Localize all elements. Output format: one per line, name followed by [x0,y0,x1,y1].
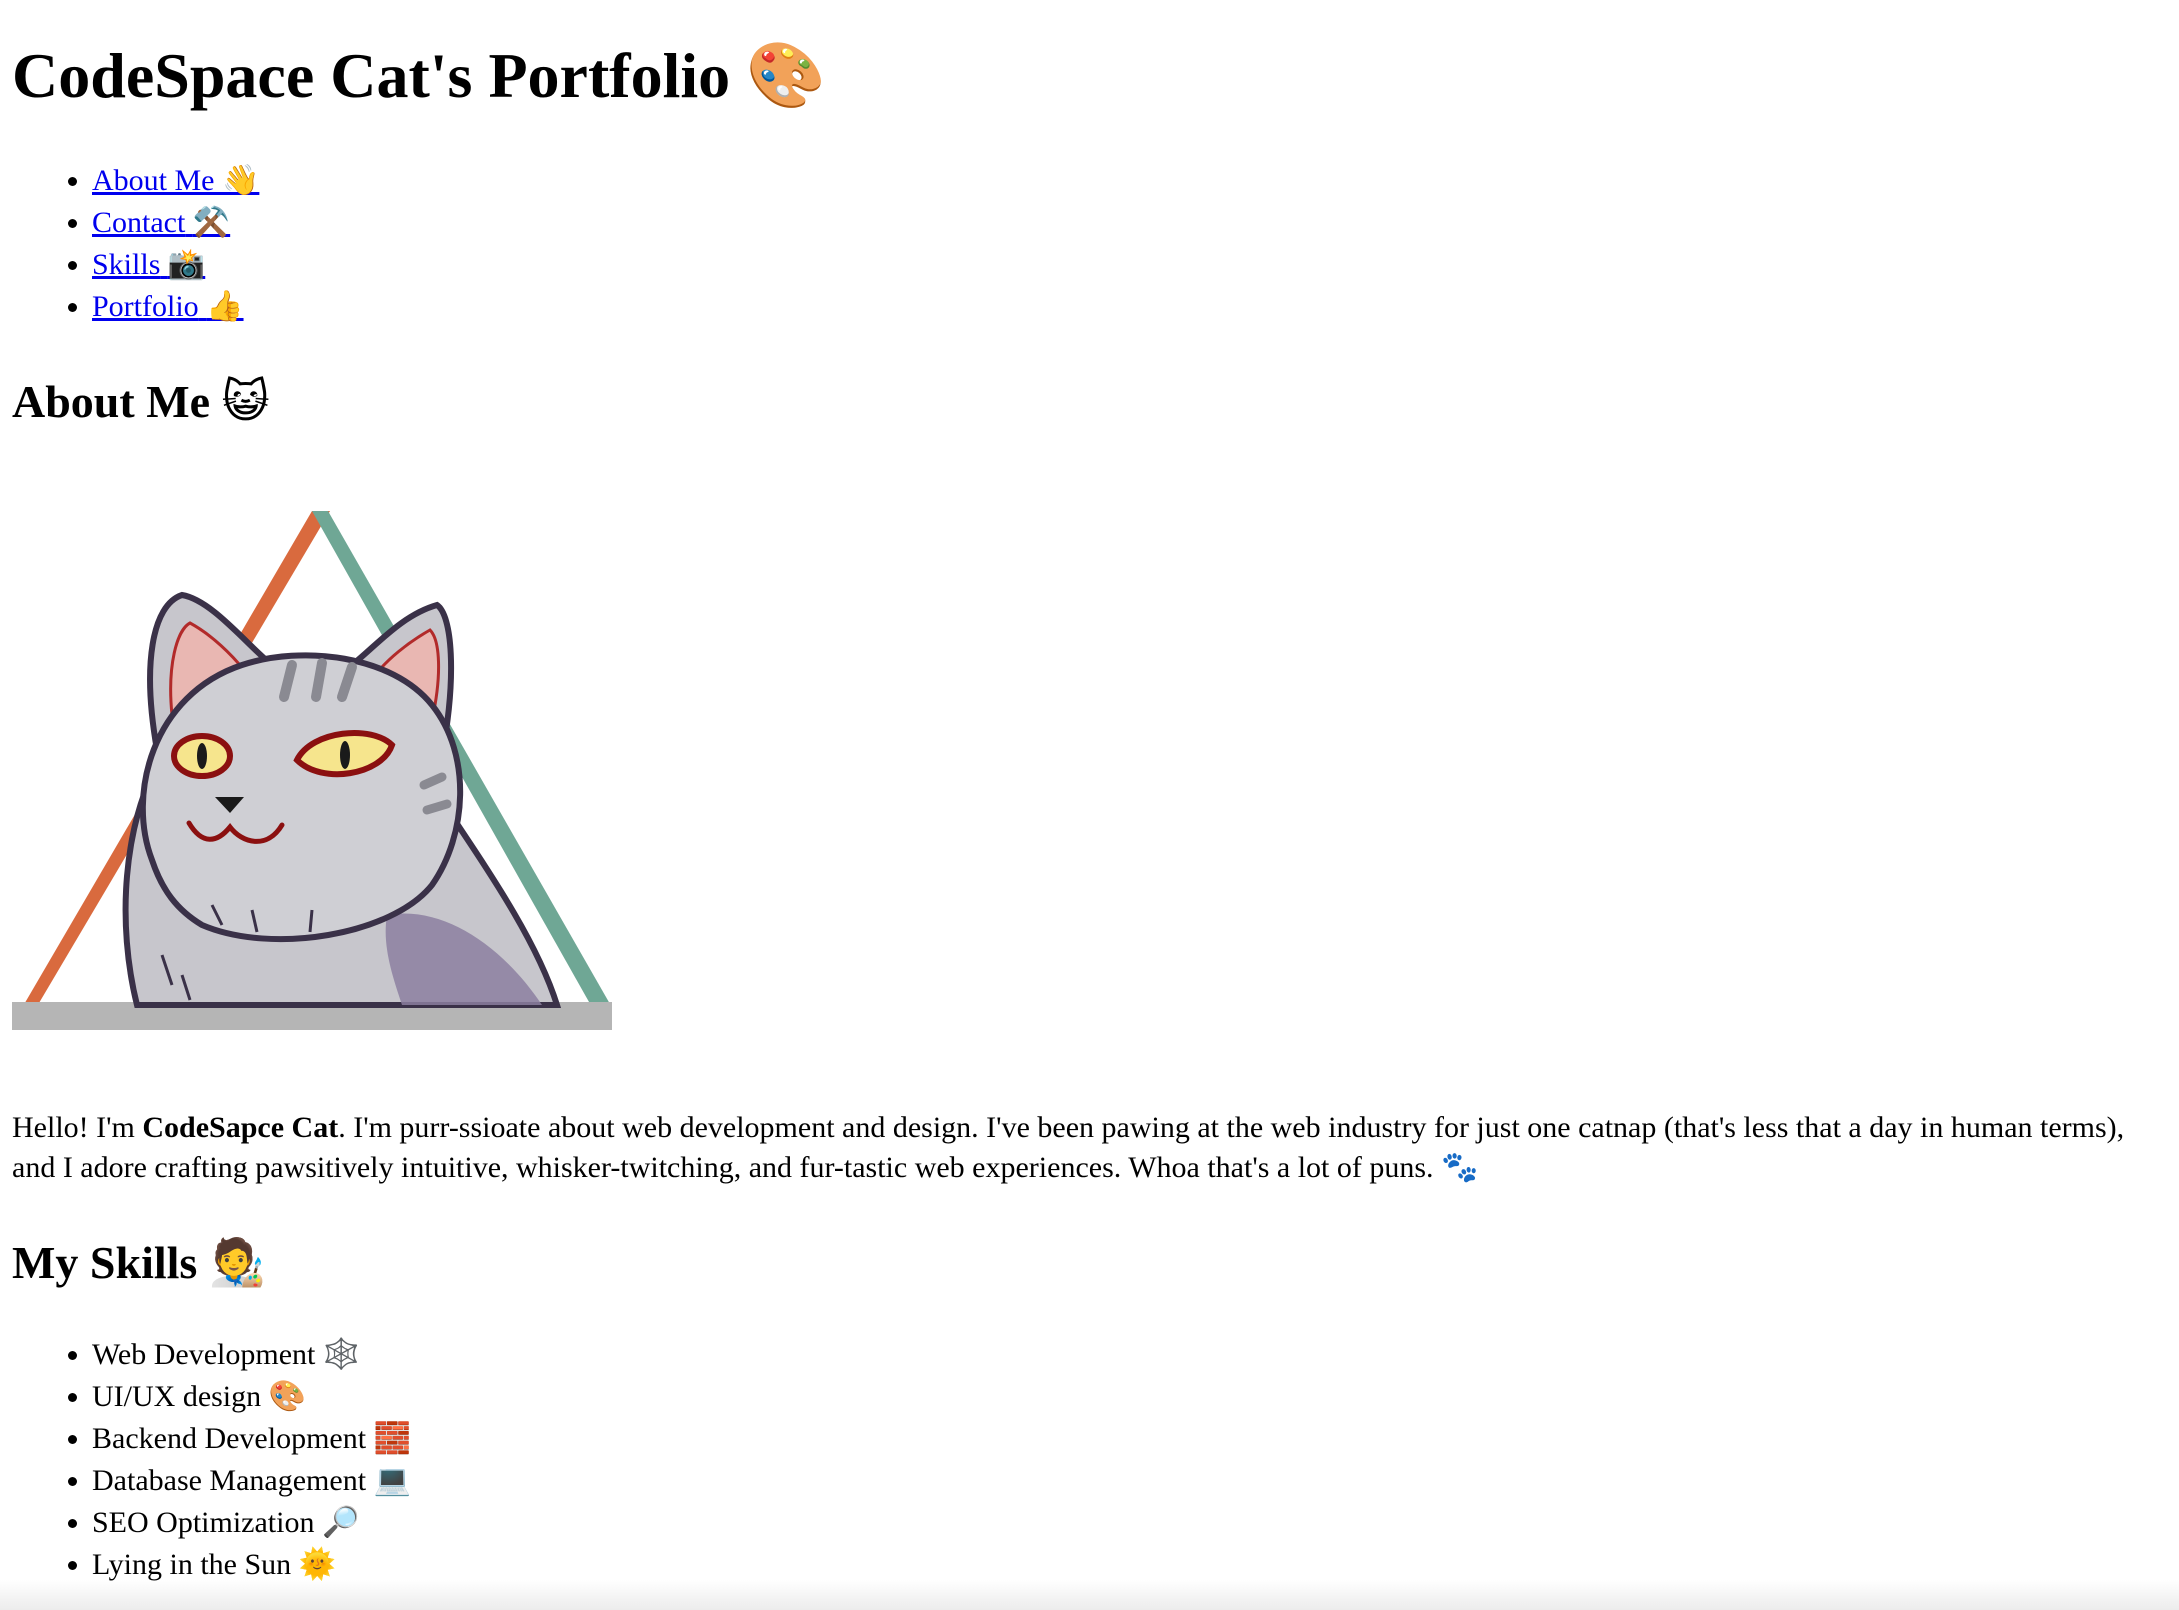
skill-label: UI/UX design [92,1380,262,1413]
magnifying-glass-icon: 🔎 [321,1505,360,1540]
palette-icon: 🎨 [746,39,826,113]
cat-stripe [422,799,452,815]
sun-icon: 🌞 [298,1547,337,1582]
about-heading: About Me 😺 [12,371,270,432]
nav-link-label: Portfolio [92,290,199,323]
skills-heading-text: My Skills [12,1237,198,1288]
skill-label: SEO Optimization [92,1506,315,1539]
bio-name: CodeSapce Cat [142,1111,339,1144]
cat-image [12,505,622,1030]
cat-left-pupil [197,743,207,769]
nav-link-label: Skills [92,248,161,281]
skill-item: Backend Development 🧱 [92,1418,411,1460]
cat-illustration [12,511,622,1030]
camera-flash-icon: 📸 [167,247,206,282]
skill-label: Web Development [92,1338,316,1371]
skill-label: Database Management [92,1464,367,1497]
nav-link-label: Contact [92,206,186,239]
cat-stripe [311,658,327,702]
skill-item: Web Development 🕸️ [92,1334,411,1376]
about-bio: Hello! I'm CodeSapce Cat. I'm purr-ssioa… [12,1108,2167,1188]
nav-list: About Me 👋 Contact ⚒️ Skills 📸 Portfolio… [12,160,259,328]
laptop-icon: 💻 [373,1463,411,1498]
cat-head [139,652,464,943]
artist-icon: 🧑‍🎨 [208,1235,267,1289]
palette-icon: 🎨 [268,1379,307,1414]
nav-item-about: About Me 👋 [92,160,259,202]
cat-right-pupil [340,741,350,769]
page-title: CodeSpace Cat's Portfolio 🎨 [12,36,826,116]
skill-item: SEO Optimization 🔎 [92,1502,411,1544]
nav-link-about[interactable]: About Me 👋 [92,163,260,198]
hammer-pick-icon: ⚒️ [192,205,231,240]
nav-link-portfolio[interactable]: Portfolio 👍 [92,289,244,324]
smiling-cat-icon: 😺 [221,374,270,428]
skill-label: Lying in the Sun [92,1548,292,1581]
skill-item: Database Management 💻 [92,1460,411,1502]
skills-heading: My Skills 🧑‍🎨 [12,1232,266,1293]
nav-item-skills: Skills 📸 [92,244,259,286]
spider-web-icon: 🕸️ [322,1337,361,1372]
nav-item-portfolio: Portfolio 👍 [92,286,259,328]
page-title-text: CodeSpace Cat's Portfolio [12,40,731,111]
about-heading-text: About Me [12,376,211,427]
nav-item-contact: Contact ⚒️ [92,202,259,244]
skill-item: UI/UX design 🎨 [92,1376,411,1418]
nav-link-skills[interactable]: Skills 📸 [92,247,206,282]
bio-intro: Hello! I'm [12,1111,143,1144]
nav-link-label: About Me [92,164,215,197]
waving-hand-icon: 👋 [222,163,260,198]
window-bottom-edge [0,1580,2179,1610]
paw-prints-icon: 🐾 [1441,1150,1479,1185]
nav-link-contact[interactable]: Contact ⚒️ [92,205,231,240]
thumbs-up-icon: 👍 [206,289,244,324]
bricks-icon: 🧱 [373,1421,411,1456]
skill-label: Backend Development [92,1422,367,1455]
skills-list: Web Development 🕸️ UI/UX design 🎨 Backen… [12,1334,411,1586]
